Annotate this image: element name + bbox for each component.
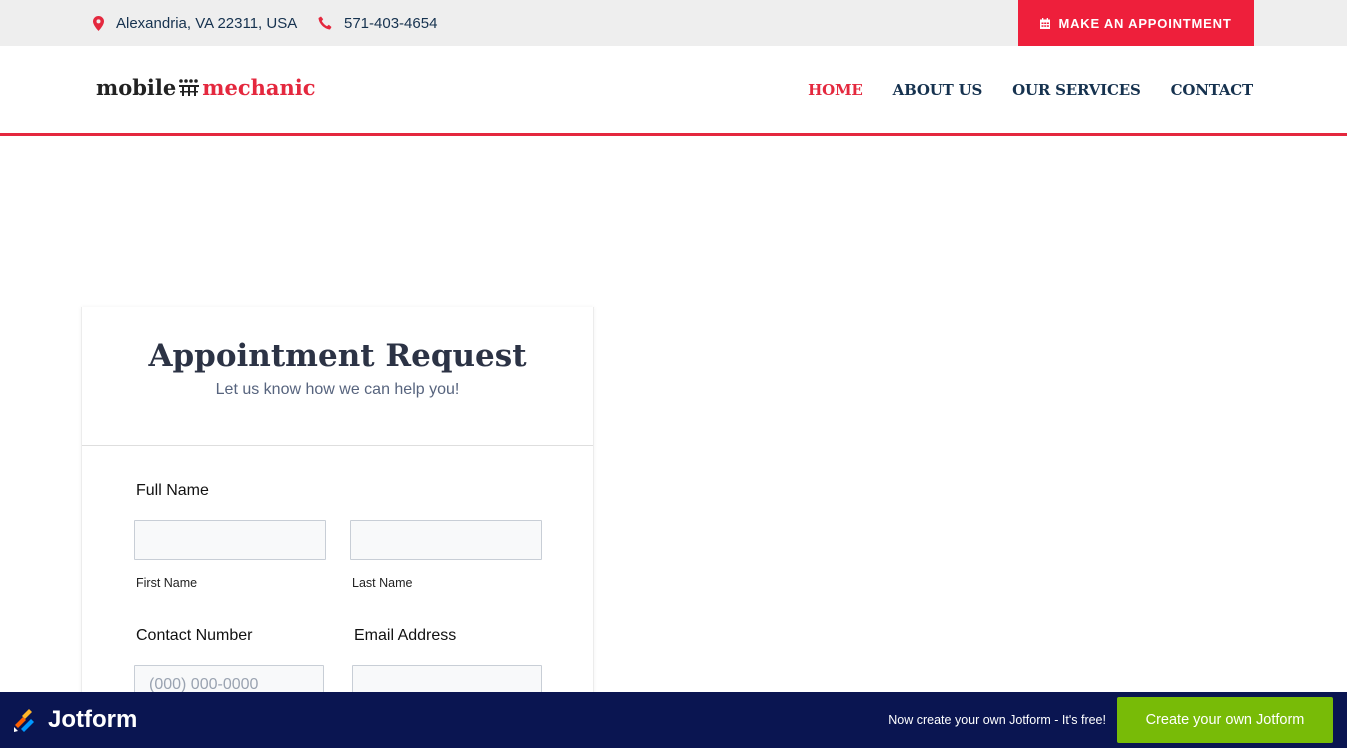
form-title: Appointment Request	[148, 338, 527, 374]
create-jotform-button[interactable]: Create your own Jotform	[1117, 697, 1333, 743]
phone-info[interactable]: 571-403-4654	[318, 0, 437, 46]
phone-icon	[318, 16, 332, 30]
main-nav: HOME ABOUT US OUR SERVICES CONTACT	[778, 46, 1253, 134]
jotform-brand-text: Jotform	[48, 706, 138, 733]
email-address-label: Email Address	[354, 627, 457, 644]
jotform-promo-text: Now create your own Jotform - It's free!	[888, 713, 1106, 727]
last-name-input[interactable]	[350, 520, 542, 560]
make-appointment-button[interactable]: MAKE AN APPOINTMENT	[1018, 0, 1254, 46]
address-info: Alexandria, VA 22311, USA	[93, 0, 297, 46]
nav-our-services[interactable]: OUR SERVICES	[1012, 81, 1141, 99]
top-info-bar: Alexandria, VA 22311, USA 571-403-4654 M…	[0, 0, 1347, 46]
nav-contact[interactable]: CONTACT	[1171, 81, 1254, 99]
last-name-sublabel: Last Name	[352, 576, 413, 590]
address-text: Alexandria, VA 22311, USA	[116, 14, 298, 32]
first-name-input[interactable]	[134, 520, 326, 560]
appointment-form: Appointment Request Let us know how we c…	[81, 307, 594, 748]
logo-word-mechanic: mechanic	[202, 75, 316, 100]
form-header: Appointment Request Let us know how we c…	[82, 307, 593, 446]
make-appointment-label: MAKE AN APPOINTMENT	[1058, 15, 1232, 31]
form-subtitle: Let us know how we can help you!	[215, 381, 460, 398]
nav-about-us[interactable]: ABOUT US	[893, 81, 983, 99]
jotform-logo[interactable]: Jotform	[13, 692, 137, 748]
calendar-icon	[1040, 17, 1051, 29]
jotform-footer-bar: Jotform Now create your own Jotform - It…	[0, 692, 1347, 748]
main-header: mobile mechanic HOME ABOUT US OUR SERVIC…	[0, 46, 1347, 136]
logo-word-mobile: mobile	[96, 75, 177, 100]
first-name-sublabel: First Name	[136, 576, 198, 590]
jotform-pencil-icon	[14, 708, 34, 732]
map-pin-icon	[93, 15, 104, 31]
contact-number-label: Contact Number	[136, 627, 253, 644]
nav-home[interactable]: HOME	[808, 81, 863, 99]
site-logo[interactable]: mobile mechanic	[96, 75, 316, 100]
full-name-label: Full Name	[136, 482, 209, 499]
gear-grid-icon	[179, 78, 200, 96]
phone-number[interactable]: 571-403-4654	[344, 15, 437, 32]
